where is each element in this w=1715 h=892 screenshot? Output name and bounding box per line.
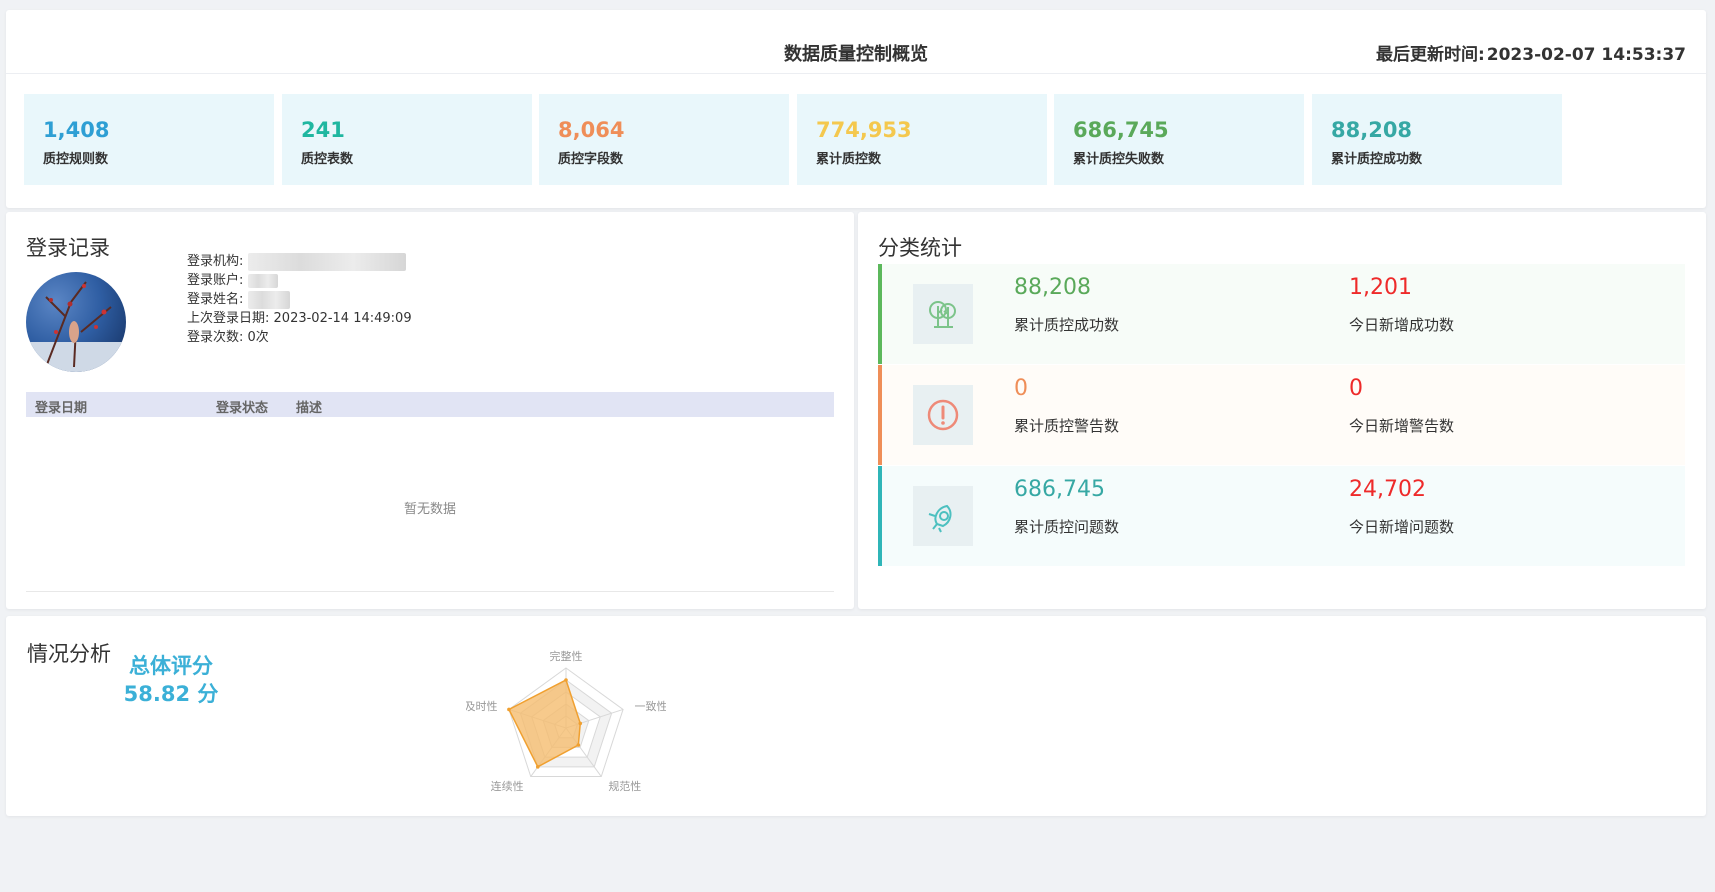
stat-label: 累计质控成功数 [1331, 152, 1423, 167]
login-name-row: 登录姓名: [187, 290, 290, 310]
success-today-value: 1,201 [1349, 275, 1412, 300]
column-header-date[interactable]: 登录日期 [35, 397, 87, 416]
accent-bar [878, 264, 882, 364]
login-table-header: 登录日期 登录状态 描述 [26, 392, 834, 417]
class-row-success: 88,208 累计质控成功数 1,201 今日新增成功数 [878, 264, 1685, 364]
success-total-label: 累计质控成功数 [1014, 316, 1120, 334]
radar-point [578, 721, 583, 726]
login-org-row: 登录机构: [187, 252, 406, 272]
problem-total-value: 686,745 [1014, 477, 1105, 502]
stat-card-total: 774,953 累计质控数 [797, 94, 1047, 185]
accent-bar [878, 365, 882, 465]
overall-score-label: 总体评分 [129, 654, 213, 678]
radar-chart: 完整性一致性规范性 连续性 及时性 [466, 649, 666, 793]
class-row-problem: 686,745 累计质控问题数 24,702 今日新增问题数 [878, 466, 1685, 566]
login-count-row: 登录次数: 0次 [187, 328, 269, 348]
radar-point [576, 743, 581, 747]
stat-value: 88,208 [1331, 118, 1413, 142]
overall-score-value: 58.82 分 [123, 682, 219, 706]
last-login-value: 2023-02-14 14:49:09 [273, 311, 412, 326]
redacted-name [247, 290, 290, 309]
section-title: 分类统计 [878, 236, 962, 260]
header-divider [6, 73, 1706, 74]
radar-axis-label: 完整性 [550, 649, 583, 663]
login-count-value: 0次 [247, 330, 269, 345]
radar-point [507, 707, 511, 712]
problem-today-label: 今日新增问题数 [1349, 518, 1455, 536]
warning-total-label: 累计质控警告数 [1014, 417, 1120, 435]
warning-total-value: 0 [1014, 376, 1028, 401]
problem-today-value: 24,702 [1349, 477, 1426, 502]
login-name-label: 登录姓名: [187, 292, 244, 307]
stat-card-fields: 8,064 质控字段数 [539, 94, 789, 185]
table-bottom-border [26, 591, 834, 592]
classification-panel: 分类统计 88,208 累计质控成功数 1,201 今日新增成功数 0 累计质控… [858, 212, 1706, 609]
stat-label: 质控字段数 [558, 152, 624, 167]
empty-state: 暂无数据 [403, 502, 456, 517]
stat-card-success: 88,208 累计质控成功数 [1312, 94, 1562, 185]
avatar-image [26, 281, 126, 372]
section-title: 情况分析 [27, 642, 111, 666]
stat-card-failed: 686,745 累计质控失败数 [1054, 94, 1304, 185]
warning-today-label: 今日新增警告数 [1349, 417, 1455, 435]
warning-today-value: 0 [1349, 376, 1363, 401]
stat-label: 累计质控失败数 [1073, 152, 1165, 167]
problem-total-label: 累计质控问题数 [1014, 518, 1120, 536]
last-updated-label: 最后更新时间: [1375, 45, 1485, 65]
section-title: 登录记录 [26, 236, 110, 260]
login-account-label: 登录账户: [187, 273, 244, 288]
login-org-label: 登录机构: [187, 254, 244, 269]
last-login-label: 上次登录日期: [187, 311, 270, 326]
radar-axis-label: 一致性 [634, 699, 666, 713]
tree-icon [913, 284, 973, 344]
bug-icon [913, 486, 973, 546]
class-row-warning: 0 累计质控警告数 0 今日新增警告数 [878, 365, 1685, 465]
success-total-value: 88,208 [1014, 275, 1091, 300]
radar-axis-label: 连续性 [491, 779, 524, 793]
stat-label: 累计质控数 [816, 152, 882, 167]
accent-bar [878, 466, 882, 566]
stat-card-rules: 1,408 质控规则数 [24, 94, 274, 185]
stat-value: 241 [301, 118, 345, 142]
alert-icon [913, 385, 973, 445]
radar-point [564, 678, 568, 682]
stat-value: 774,953 [816, 118, 912, 142]
stat-value: 1,408 [43, 118, 110, 142]
redacted-account [247, 273, 278, 288]
stat-label: 质控规则数 [43, 152, 109, 167]
overview-panel: 数据质量控制概览 最后更新时间: 2023-02-07 14:53:37 1,40… [6, 10, 1706, 208]
radar-axis-label: 规范性 [608, 779, 641, 793]
login-record-panel: 登录记录 登录机构: 登录账户: 登录姓名: 上次登录日期: 2023-02-1… [6, 212, 854, 609]
success-today-label: 今日新增成功数 [1349, 316, 1455, 334]
last-updated: 最后更新时间: 2023-02-07 14:53:37 [1376, 40, 1686, 65]
stat-label: 质控表数 [301, 152, 354, 167]
radar-axis-label: 及时性 [466, 699, 498, 713]
stat-value: 686,745 [1073, 118, 1169, 142]
analysis-panel: 情况分析 总体评分 58.82 分 完整性一致性规范性 连续性 及时性 [6, 616, 1706, 816]
login-account-row: 登录账户: [187, 271, 278, 291]
stat-card-tables: 241 质控表数 [282, 94, 532, 185]
last-login-row: 上次登录日期: 2023-02-14 14:49:09 [187, 309, 412, 329]
column-header-desc[interactable]: 描述 [296, 397, 322, 416]
stat-value: 8,064 [558, 118, 625, 142]
login-count-label: 登录次数: [187, 330, 244, 345]
last-updated-value: 2023-02-07 14:53:37 [1486, 45, 1686, 65]
radar-point [535, 765, 540, 769]
column-header-status[interactable]: 登录状态 [216, 397, 268, 416]
redacted-org [247, 252, 406, 271]
avatar [26, 272, 126, 372]
